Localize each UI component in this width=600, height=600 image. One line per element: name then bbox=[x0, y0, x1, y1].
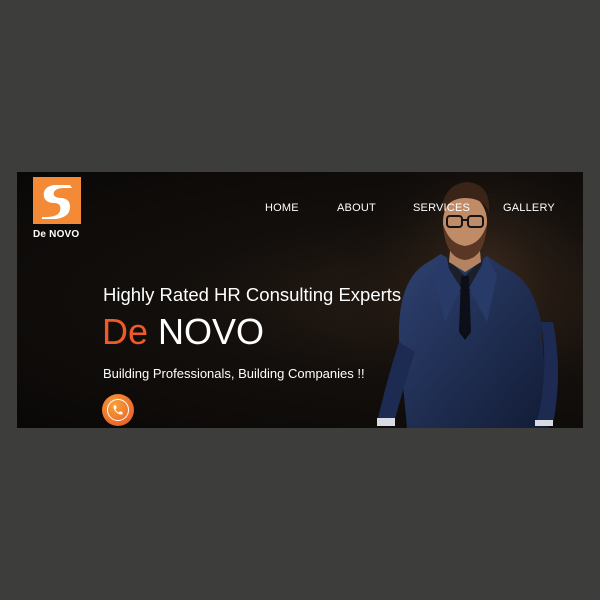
logo-name: De NOVO bbox=[33, 229, 80, 240]
call-button-ring bbox=[107, 399, 129, 421]
nav-services[interactable]: SERVICES bbox=[413, 202, 470, 214]
call-button[interactable] bbox=[102, 394, 134, 426]
brand-word-de: De bbox=[102, 311, 149, 352]
hero-tagline: Highly Rated HR Consulting Experts bbox=[103, 284, 402, 305]
hero-brand-title: De NOVO bbox=[102, 314, 264, 350]
nav-gallery[interactable]: GALLERY bbox=[503, 202, 555, 214]
hero-subtitle: Building Professionals, Building Compani… bbox=[103, 366, 365, 381]
hero-banner: De NOVO HOME ABOUT SERVICES GALLERY High… bbox=[17, 172, 583, 428]
phone-icon bbox=[113, 405, 123, 415]
nav-home[interactable]: HOME bbox=[265, 202, 299, 214]
brand-word-novo: NOVO bbox=[158, 311, 265, 352]
main-nav: HOME ABOUT SERVICES GALLERY bbox=[17, 202, 583, 218]
nav-about[interactable]: ABOUT bbox=[337, 202, 376, 214]
